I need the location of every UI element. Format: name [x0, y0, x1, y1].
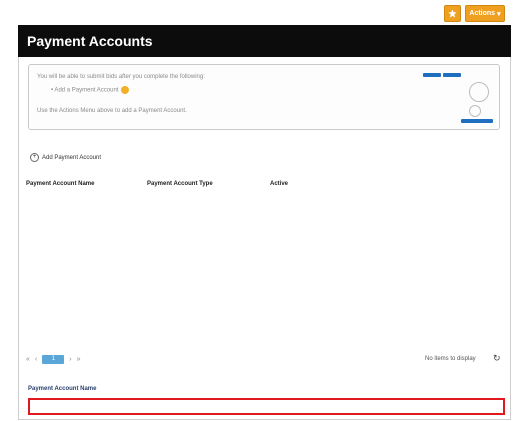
star-icon [448, 9, 457, 18]
actions-label: Actions [469, 10, 496, 17]
chevron-down-icon: ▾ [497, 10, 501, 18]
illustration-bar [443, 73, 461, 77]
current-page[interactable]: 1 [42, 354, 65, 364]
plus-circle-icon: + [30, 153, 39, 162]
pager-status: No items to display [425, 356, 476, 362]
page-title: Payment Accounts [18, 25, 511, 57]
actions-menu-button[interactable]: Actions ▾ [465, 5, 505, 22]
illustration-circle-icon [469, 105, 481, 117]
illustration-bar [461, 119, 493, 123]
column-header-type[interactable]: Payment Account Type [147, 181, 213, 187]
add-payment-account-link[interactable]: + Add Payment Account [30, 153, 101, 162]
illustration-bar [423, 73, 441, 77]
prev-page-button[interactable]: ‹ [35, 356, 37, 363]
info-message-box: You will be able to submit bids after yo… [28, 64, 500, 130]
payment-account-name-label: Payment Account Name [28, 386, 97, 392]
next-page-button[interactable]: › [69, 356, 71, 363]
last-page-button[interactable]: » [77, 356, 81, 363]
illustration-circle-icon [469, 82, 489, 102]
top-toolbar: Actions ▾ [0, 0, 513, 28]
favorite-button[interactable] [444, 5, 461, 22]
pagination: « ‹ 1 › » [26, 353, 81, 365]
payment-account-name-input[interactable] [28, 398, 505, 415]
info-line-2-text: • Add a Payment Account [51, 87, 119, 94]
warning-icon [121, 86, 130, 94]
info-line-2: • Add a Payment Account [51, 86, 130, 94]
add-payment-account-label: Add Payment Account [42, 154, 102, 161]
info-line-3: Use the Actions Menu above to add a Paym… [37, 108, 187, 114]
column-header-active[interactable]: Active [270, 181, 288, 187]
column-header-name[interactable]: Payment Account Name [26, 181, 94, 187]
first-page-button[interactable]: « [26, 356, 30, 363]
refresh-icon[interactable]: ↻ [493, 353, 501, 364]
info-line-1: You will be able to submit bids after yo… [37, 74, 205, 80]
